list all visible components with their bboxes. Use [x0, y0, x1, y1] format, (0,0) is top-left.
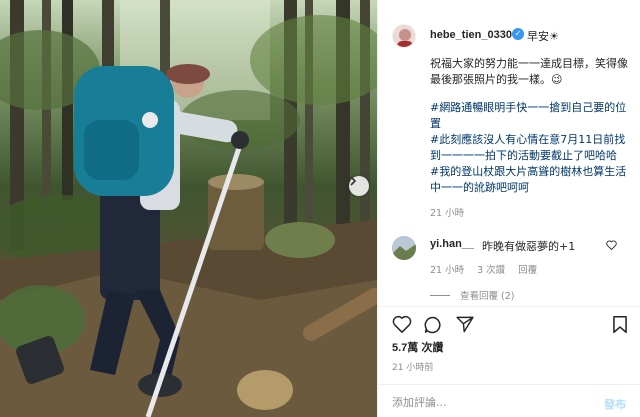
heart-icon[interactable]	[392, 315, 412, 336]
add-comment-bar: 發布	[378, 384, 640, 417]
hashtag-line[interactable]: #網路通暢眼明手快一一搶到自己要的位置	[430, 100, 630, 132]
comment-bubble-icon[interactable]	[423, 315, 443, 338]
post-timestamp[interactable]: 21 小時	[430, 205, 464, 219]
instagram-post-view: hebe_tien_0330 ✓ 早安☀︎ 祝福大家的努力能一一達成目標，笑得像…	[0, 0, 640, 417]
chevron-right-icon	[350, 176, 357, 186]
post-header: hebe_tien_0330 ✓ 早安☀︎	[378, 18, 640, 48]
post-details-panel: hebe_tien_0330 ✓ 早安☀︎ 祝福大家的努力能一一達成目標，笑得像…	[377, 0, 640, 417]
comment-input[interactable]	[392, 393, 582, 411]
verified-badge-icon: ✓	[512, 28, 524, 40]
caption-text: 祝福大家的努力能一一達成目標，笑得像最後那張照片的我一樣。😉	[430, 57, 628, 86]
comment-meta: 21 小時 3 次讚 回覆	[430, 262, 537, 276]
caption-hashtags: #網路通暢眼明手快一一搶到自己要的位置 #此刻應該沒人有心情在意7月11日前找到…	[430, 100, 630, 196]
commenter-avatar[interactable]	[392, 236, 416, 260]
hashtag-line[interactable]: #此刻應該沒人有心情在意7月11日前找到一一一一拍下的活動要截止了吧哈哈	[430, 132, 630, 164]
reply-button[interactable]: 回覆	[518, 262, 537, 276]
commenter-username[interactable]: yi.han__	[430, 238, 474, 250]
divider-line	[430, 294, 450, 296]
comment-text: 昨晚有做惡夢的+1	[482, 240, 576, 253]
post-greeting: 早安☀︎	[527, 30, 559, 43]
comment-heart-icon[interactable]	[606, 240, 617, 253]
next-photo-button[interactable]	[349, 176, 369, 196]
hashtag-line[interactable]: #我的登山杖跟大片高聳的樹林也算生活中一一的訛跡吧呵呵	[430, 164, 630, 196]
comment-timestamp[interactable]: 21 小時	[430, 262, 464, 276]
author-username[interactable]: hebe_tien_0330	[430, 29, 512, 41]
avatar-image	[393, 25, 415, 47]
hiking-photo-illustration	[0, 0, 377, 417]
paper-plane-icon[interactable]	[455, 315, 475, 337]
like-count[interactable]: 5.7萬 次讚	[392, 339, 443, 355]
comment-likes[interactable]: 3 次讚	[477, 262, 505, 276]
bookmark-icon[interactable]	[612, 315, 628, 337]
comment-item: yi.han__ 昨晚有做惡夢的+1 21 小時 3 次讚 回覆 查看回覆 (2…	[378, 236, 640, 302]
post-comment-button[interactable]: 發布	[604, 396, 626, 412]
post-caption: 祝福大家的努力能一一達成目標，笑得像最後那張照片的我一樣。😉 #網路通暢眼明手快…	[430, 56, 630, 196]
avatar-image	[392, 236, 416, 260]
post-photo[interactable]	[0, 0, 377, 417]
author-avatar[interactable]	[392, 24, 416, 48]
view-replies-button[interactable]: 查看回覆 (2)	[430, 288, 514, 302]
view-replies-label: 查看回覆 (2)	[460, 291, 515, 302]
post-date[interactable]: 21 小時前	[392, 360, 433, 373]
